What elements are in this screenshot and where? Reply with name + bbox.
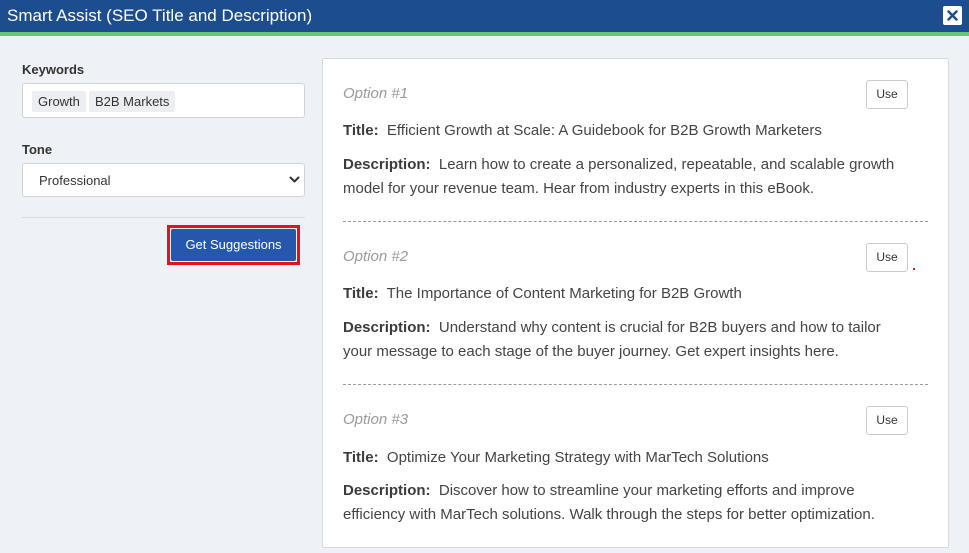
option-3-use-button[interactable]: Use — [866, 406, 908, 435]
option-3-description-label: Description: — [343, 482, 431, 499]
keywords-label: Keywords — [22, 62, 85, 77]
tone-label: Tone — [22, 142, 53, 157]
option-2-title-row: Title: The Importance of Content Marketi… — [343, 282, 933, 306]
option-divider — [343, 221, 928, 222]
option-2-title: The Importance of Content Marketing for … — [386, 285, 742, 302]
dialog-title: Smart Assist (SEO Title and Description) — [7, 6, 313, 25]
option-2-use-button[interactable]: Use — [866, 243, 908, 272]
option-2-heading: Option #2 — [343, 248, 409, 265]
option-2-title-label: Title: — [343, 285, 379, 302]
red-dot-mark — [913, 268, 915, 270]
tone-select[interactable]: Professional — [22, 163, 305, 197]
keywords-input[interactable]: Growth B2B Markets — [22, 83, 305, 118]
option-1-description-row: Description: Learn how to create a perso… — [343, 153, 933, 177]
option-3-title-label: Title: — [343, 449, 379, 466]
keyword-tag-growth[interactable]: Growth — [32, 91, 86, 112]
option-1-description-label: Description: — [343, 156, 431, 173]
option-divider — [343, 384, 928, 385]
option-2-description-line-1: Understand why content is crucial for B2… — [438, 319, 881, 336]
option-3-description-row: Description: Discover how to streamline … — [343, 479, 933, 503]
option-1-title-row: Title: Efficient Growth at Scale: A Guid… — [343, 119, 933, 143]
option-1-heading: Option #1 — [343, 85, 409, 102]
dialog-titlebar: Smart Assist (SEO Title and Description) — [0, 0, 969, 32]
option-1-description-line-1: Learn how to create a personalized, repe… — [438, 156, 895, 173]
keyword-tag-b2b-markets[interactable]: B2B Markets — [89, 91, 176, 112]
close-icon — [947, 10, 958, 21]
option-1-title-label: Title: — [343, 122, 379, 139]
option-2-description-row: Description: Understand why content is c… — [343, 316, 933, 340]
option-1-use-button[interactable]: Use — [866, 80, 908, 109]
tone-selected-value: Professional — [39, 173, 111, 188]
option-2-description-line-2: your message to each stage of the buyer … — [343, 343, 839, 360]
option-3-heading: Option #3 — [343, 411, 409, 428]
left-divider — [22, 217, 305, 218]
option-3-description-line-1: Discover how to streamline your marketin… — [438, 482, 855, 499]
option-1-title: Efficient Growth at Scale: A Guidebook f… — [386, 122, 822, 139]
option-3-title: Optimize Your Marketing Strategy with Ma… — [386, 449, 769, 466]
option-3-title-row: Title: Optimize Your Marketing Strategy … — [343, 446, 933, 470]
accent-strip — [0, 32, 969, 36]
chevron-down-icon — [289, 176, 300, 183]
option-2-description-label: Description: — [343, 319, 431, 336]
option-1-description-line-2: model for your revenue team. Hear from i… — [343, 180, 815, 197]
get-suggestions-button[interactable]: Get Suggestions — [171, 229, 296, 261]
close-button[interactable] — [943, 6, 962, 25]
option-3-description-line-2: efficiency with MarTech solutions. Walk … — [343, 506, 875, 523]
